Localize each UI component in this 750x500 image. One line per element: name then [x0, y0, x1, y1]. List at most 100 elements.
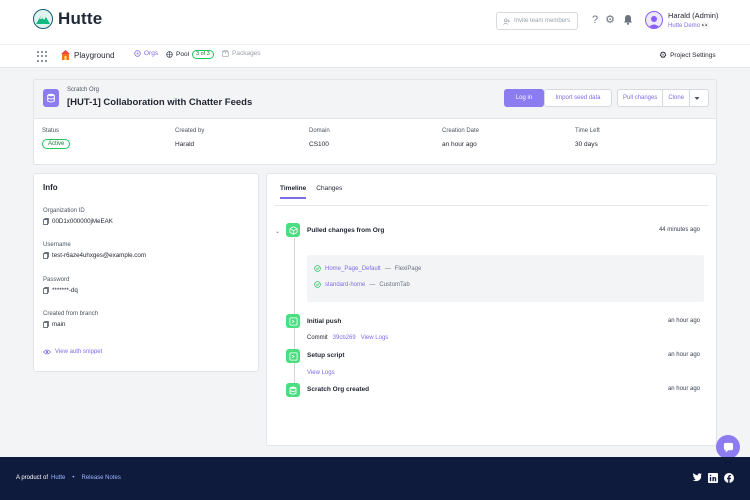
bell-icon[interactable] [622, 14, 634, 26]
avatar[interactable] [645, 11, 663, 29]
username-copy[interactable]: test-r6aze4uhxges@example.com [43, 252, 146, 259]
commit-label: Commit [307, 335, 328, 341]
branch-copy[interactable]: main [43, 321, 98, 328]
nav-packages[interactable]: Packages [222, 50, 261, 57]
nav-packages-label: Packages [232, 50, 261, 57]
nav-pool[interactable]: Pool 3 of 3 [166, 50, 214, 59]
commit-hash-link[interactable]: 39cb269 [333, 335, 356, 341]
database-icon [286, 383, 300, 397]
more-actions-dropdown[interactable] [690, 90, 704, 106]
import-seed-button[interactable]: Import seed data [544, 89, 612, 107]
password-copy[interactable]: *******-dq [43, 287, 78, 294]
list-item[interactable]: Home_Page_Default — FlexiPage [314, 265, 421, 272]
timeline-card: Timeline Changes ⌄ Pulled changes from O… [266, 173, 717, 446]
footer: A product of Hutte • Release Notes [0, 457, 750, 500]
chat-button[interactable] [716, 435, 740, 459]
apps-grid-icon[interactable] [37, 50, 47, 62]
event-time: an hour ago [667, 318, 700, 324]
event-time: an hour ago [667, 386, 700, 392]
database-icon [43, 89, 59, 107]
project-settings-label: Project Settings [670, 52, 716, 59]
login-button[interactable]: Log in [504, 89, 544, 107]
nav-orgs[interactable]: Orgs [134, 50, 158, 57]
tabs-divider [275, 205, 708, 206]
change-name: standard-home [325, 281, 366, 288]
event-title: Initial push [307, 318, 342, 325]
user-menu[interactable]: Harald (Admin) Hutte Demo 👀 [668, 11, 718, 29]
chat-bubble-icon [723, 442, 733, 453]
tab-changes[interactable]: Changes [316, 185, 342, 199]
org-header-card: Scratch Org [HUT-1] Collaboration with C… [33, 79, 717, 165]
footer-links: A product of Hutte • Release Notes [16, 475, 121, 481]
release-notes-link[interactable]: Release Notes [81, 475, 120, 481]
linkedin-icon[interactable] [708, 473, 718, 483]
settings-gear-icon: ⚙ [659, 50, 668, 60]
brand-name: Hutte [58, 9, 103, 28]
list-item[interactable]: standard-home — CustomTab [314, 281, 410, 288]
auth-snippet-label: View auth snippet [55, 349, 103, 355]
nav-pool-label: Pool [176, 51, 190, 58]
pull-changes-button[interactable]: Pull changes [618, 90, 664, 106]
clone-button[interactable]: Clone [663, 90, 691, 106]
copy-icon [43, 252, 49, 259]
facebook-icon[interactable] [724, 473, 734, 483]
status-field: Status Active [42, 128, 71, 149]
org-id-copy[interactable]: 00D1x000000jMeEAK [43, 218, 113, 225]
invite-placeholder: Invite team members [514, 18, 571, 24]
username-value: test-r6aze4uhxges@example.com [52, 252, 146, 259]
view-auth-snippet-link[interactable]: View auth snippet [43, 349, 102, 355]
gear-icon[interactable]: ⚙ [604, 14, 616, 26]
collapse-chevron-icon[interactable]: ⌄ [275, 228, 280, 235]
creation-date-label: Creation Date [442, 128, 480, 134]
footer-brand-link[interactable]: Hutte [51, 475, 65, 481]
branch-value: main [52, 321, 66, 328]
event-title: Pulled changes from Org [307, 227, 385, 234]
event-title: Scratch Org created [307, 386, 370, 393]
view-logs-link[interactable]: View Logs [361, 335, 389, 341]
project-selector[interactable]: Playground [61, 50, 114, 60]
commit-row: Commit 39cb269 View Logs [307, 335, 388, 341]
branch-label: Created from branch [43, 311, 99, 317]
password-value: *******-dq [52, 287, 78, 294]
status-badge: Active [42, 139, 71, 149]
tab-timeline[interactable]: Timeline [280, 185, 307, 199]
changes-list: Home_Page_Default — FlexiPage standard-h… [307, 255, 704, 302]
footer-product-of: A product of [16, 475, 49, 481]
twitter-icon[interactable] [692, 473, 702, 483]
check-circle-icon [314, 281, 321, 288]
copy-icon [43, 287, 49, 294]
top-bar: Hutte Invite team members ? ⚙ Harald (Ad… [0, 0, 750, 44]
help-icon[interactable]: ? [589, 14, 601, 26]
org-header: Scratch Org [HUT-1] Collaboration with C… [34, 80, 716, 119]
view-logs-link[interactable]: View Logs [307, 370, 335, 376]
check-circle-icon [314, 265, 321, 272]
time-left-field: Time Left 30 days [575, 128, 600, 148]
info-title: Info [43, 183, 58, 192]
dash-separator: — [384, 265, 391, 272]
package-icon [222, 50, 229, 57]
username-label: Username [43, 242, 71, 248]
pool-icon [166, 51, 173, 58]
sub-navigation: Playground Orgs Pool 3 of 3 Packages ⚙ P… [0, 44, 750, 68]
created-by-value: Harald [175, 141, 195, 148]
time-left-label: Time Left [575, 128, 600, 134]
change-type: FlexiPage [394, 265, 422, 272]
change-type: CustomTab [379, 281, 410, 288]
event-time: an hour ago [667, 352, 700, 358]
domain-value: CS100 [309, 141, 329, 148]
invite-team-input[interactable]: Invite team members [496, 12, 578, 30]
playground-icon [61, 50, 70, 60]
brand-logo[interactable]: Hutte [33, 9, 102, 29]
branch-field: Created from branch main [43, 311, 98, 328]
eye-icon [43, 349, 51, 355]
created-by-label: Created by [175, 128, 205, 134]
domain-label: Domain [309, 128, 330, 134]
project-settings-link[interactable]: ⚙ Project Settings [659, 50, 716, 61]
org-id-field: Organization ID 00D1x000000jMeEAK [43, 208, 113, 225]
caret-down-icon [694, 96, 700, 100]
created-by-field: Created by Harald [175, 128, 204, 148]
copy-icon [43, 321, 49, 328]
copy-icon [43, 218, 49, 225]
info-card: Info Organization ID 00D1x000000jMeEAK U… [33, 173, 259, 372]
code-push-icon [286, 314, 300, 328]
